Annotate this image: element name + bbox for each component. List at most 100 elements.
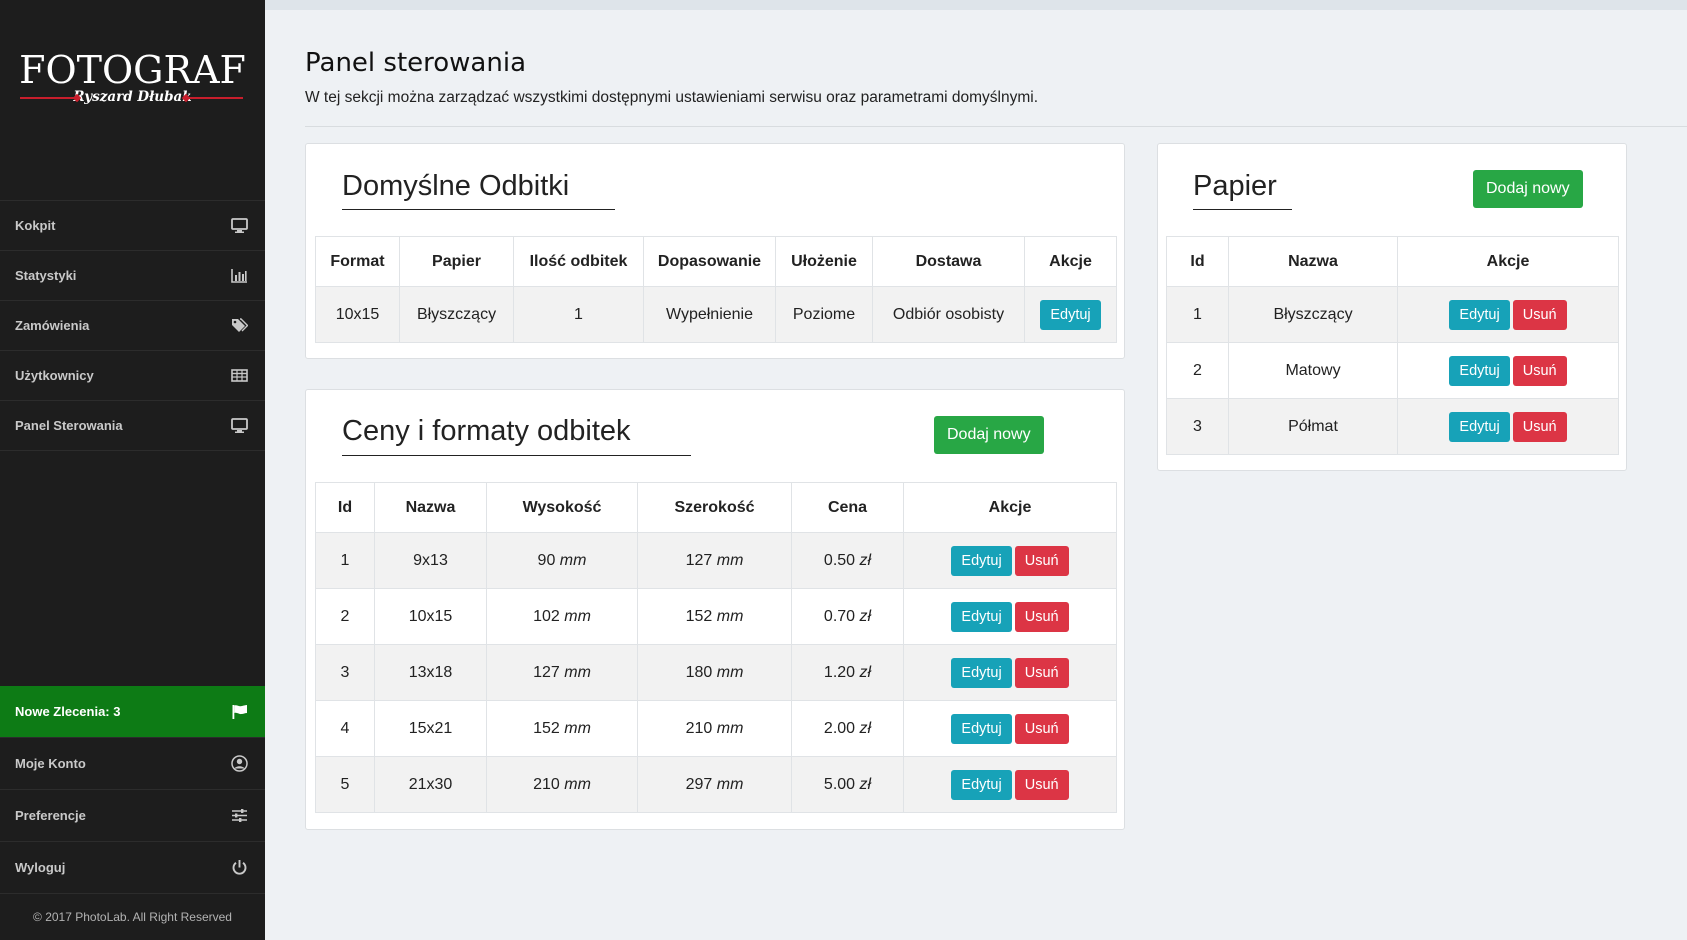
sidebar-item-wyloguj[interactable]: Wyloguj: [0, 842, 265, 894]
top-bar: [265, 0, 1687, 10]
sidebar-item-nowe-zlecenia[interactable]: Nowe Zlecenia: 3: [0, 686, 265, 738]
cell-actions: Edytuj Usuń: [903, 700, 1117, 757]
delete-button[interactable]: Usuń: [1014, 657, 1069, 688]
edit-button[interactable]: Edytuj: [1040, 299, 1101, 330]
sidebar-item-label: Panel Sterowania: [15, 418, 123, 433]
card-title: Ceny i formaty odbitek: [342, 415, 631, 447]
column-header: Szerokość: [637, 482, 792, 533]
delete-button[interactable]: Usuń: [1014, 769, 1069, 800]
cell-name: Matowy: [1228, 342, 1398, 399]
cell-id: 3: [1166, 398, 1229, 455]
edit-button[interactable]: Edytuj: [1449, 411, 1510, 442]
cell-width: 152 mm: [637, 588, 792, 645]
sidebar-nav: Kokpit Statystyki Zamówienia Użytkownicy…: [0, 200, 265, 451]
cell-fit: Wypełnienie: [643, 286, 776, 343]
delete-button[interactable]: Usuń: [1512, 299, 1567, 330]
cell-actions: Edytuj Usuń: [903, 588, 1117, 645]
cell-actions: Edytuj Usuń: [903, 532, 1117, 589]
header-divider: [305, 126, 1687, 127]
edit-button[interactable]: Edytuj: [951, 601, 1012, 632]
column-header: Id: [315, 482, 375, 533]
sidebar-item-preferencje[interactable]: Preferencje: [0, 790, 265, 842]
edit-button[interactable]: Edytuj: [951, 545, 1012, 576]
add-new-button[interactable]: Dodaj nowy: [934, 416, 1044, 454]
cell-actions: Edytuj Usuń: [1397, 286, 1619, 343]
delete-button[interactable]: Usuń: [1014, 545, 1069, 576]
delete-button[interactable]: Usuń: [1512, 355, 1567, 386]
card-title-underline: [1193, 209, 1292, 210]
cell-height: 127 mm: [486, 644, 638, 701]
flag-icon: [230, 704, 248, 720]
logo-line-right: [187, 97, 243, 99]
edit-button[interactable]: Edytuj: [951, 657, 1012, 688]
cell-id: 4: [315, 700, 375, 757]
cell-price: 0.70 zł: [791, 588, 904, 645]
sidebar-item-label: Zamówienia: [15, 318, 90, 333]
column-header: Dopasowanie: [643, 236, 776, 287]
sidebar-item-kokpit[interactable]: Kokpit: [0, 201, 265, 251]
edit-button[interactable]: Edytuj: [951, 713, 1012, 744]
sidebar-item-label: Moje Konto: [15, 756, 86, 771]
column-header: Ułożenie: [775, 236, 873, 287]
monitor-icon: [230, 218, 248, 234]
column-header: Format: [315, 236, 400, 287]
paper-card: Papier Dodaj nowy Id Nazwa Akcje 1 Błysz…: [1157, 143, 1627, 471]
cell-name: 9x13: [374, 532, 487, 589]
delete-button[interactable]: Usuń: [1014, 601, 1069, 632]
edit-button[interactable]: Edytuj: [1449, 355, 1510, 386]
table-row: 1 Błyszczący Edytuj Usuń: [1166, 286, 1619, 343]
logo[interactable]: FOTOGRAF Ryszard Dłubak: [0, 50, 265, 106]
column-header: Wysokość: [486, 482, 638, 533]
column-header: Akcje: [1397, 236, 1619, 287]
prices-formats-card: Ceny i formaty odbitek Dodaj nowy Id Naz…: [305, 389, 1125, 830]
column-header: Cena: [791, 482, 904, 533]
sidebar-item-zamowienia[interactable]: Zamówienia: [0, 301, 265, 351]
cell-id: 2: [315, 588, 375, 645]
paper-table: Id Nazwa Akcje 1 Błyszczący Edytuj Usuń 2…: [1166, 236, 1619, 455]
cell-height: 90 mm: [486, 532, 638, 589]
add-new-button[interactable]: Dodaj nowy: [1473, 170, 1583, 208]
cell-width: 297 mm: [637, 756, 792, 813]
edit-button[interactable]: Edytuj: [1449, 299, 1510, 330]
sliders-icon: [230, 808, 248, 824]
cell-width: 210 mm: [637, 700, 792, 757]
logo-line-left: [20, 97, 78, 99]
sidebar-item-moje-konto[interactable]: Moje Konto: [0, 738, 265, 790]
cell-name: Półmat: [1228, 398, 1398, 455]
cell-price: 0.50 zł: [791, 532, 904, 589]
bar-chart-icon: [230, 268, 248, 284]
cell-actions: Edytuj Usuń: [1397, 398, 1619, 455]
cell-paper: Błyszczący: [399, 286, 514, 343]
power-icon: [230, 860, 248, 876]
monitor-icon: [230, 418, 248, 434]
sidebar-item-label: Nowe Zlecenia: 3: [15, 704, 121, 719]
table-row: 10x15 Błyszczący 1 Wypełnienie Poziome O…: [315, 286, 1117, 343]
tags-icon: [230, 318, 248, 334]
table-row: 2 10x15 102 mm 152 mm 0.70 zł Edytuj Usuń: [315, 588, 1117, 645]
column-header: Akcje: [903, 482, 1117, 533]
sidebar-item-label: Preferencje: [15, 808, 86, 823]
cell-name: Błyszczący: [1228, 286, 1398, 343]
cell-width: 127 mm: [637, 532, 792, 589]
cell-count: 1: [513, 286, 644, 343]
edit-button[interactable]: Edytuj: [951, 769, 1012, 800]
column-header: Papier: [399, 236, 514, 287]
sidebar-item-panel-sterowania[interactable]: Panel Sterowania: [0, 401, 265, 451]
delete-button[interactable]: Usuń: [1512, 411, 1567, 442]
cell-id: 1: [1166, 286, 1229, 343]
sidebar-item-label: Kokpit: [15, 218, 56, 233]
cell-id: 5: [315, 756, 375, 813]
table-row: 3 Półmat Edytuj Usuń: [1166, 398, 1619, 455]
sidebar-item-statystyki[interactable]: Statystyki: [0, 251, 265, 301]
default-prints-table: Format Papier Ilość odbitek Dopasowanie …: [315, 236, 1117, 343]
sidebar-item-label: Statystyki: [15, 268, 77, 283]
cell-name: 15x21: [374, 700, 487, 757]
table-row: 5 21x30 210 mm 297 mm 5.00 zł Edytuj Usuń: [315, 756, 1117, 813]
sidebar-item-label: Użytkownicy: [15, 368, 94, 383]
cell-price: 1.20 zł: [791, 644, 904, 701]
delete-button[interactable]: Usuń: [1014, 713, 1069, 744]
page-title: Panel sterowania: [305, 48, 526, 78]
sidebar-item-uzytkownicy[interactable]: Użytkownicy: [0, 351, 265, 401]
copyright: © 2017 PhotoLab. All Right Reserved: [33, 910, 232, 924]
cell-height: 210 mm: [486, 756, 638, 813]
